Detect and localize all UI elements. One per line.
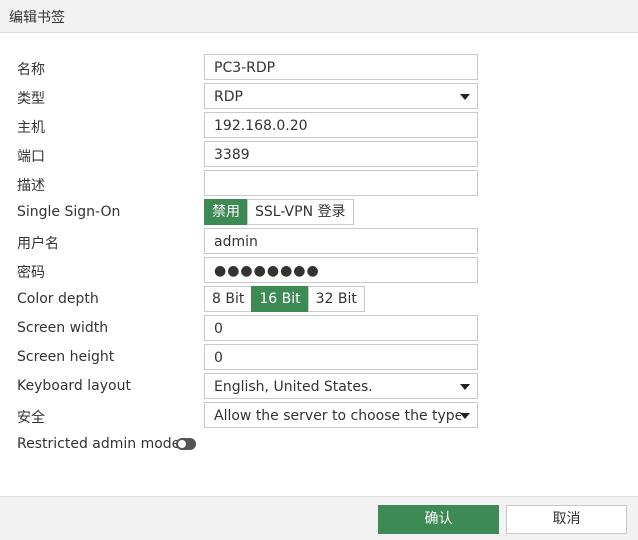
- screen-height-label: Screen height: [17, 349, 115, 365]
- row-keyboard-layout: Keyboard layout English, United States.: [0, 373, 638, 399]
- dialog-footer: 确认 取消: [0, 496, 638, 540]
- row-restricted-admin: Restricted admin mode: [0, 431, 638, 457]
- row-screen-height: Screen height 0: [0, 344, 638, 370]
- row-screen-width: Screen width 0: [0, 315, 638, 341]
- host-value: 192.168.0.20: [214, 118, 308, 134]
- port-label: 端口: [17, 149, 45, 165]
- keyboard-layout-select[interactable]: English, United States.: [204, 373, 478, 399]
- password-input[interactable]: ●●●●●●●●: [204, 257, 478, 283]
- port-value: 3389: [214, 147, 250, 163]
- host-label: 主机: [17, 120, 45, 136]
- row-username: 用户名 admin: [0, 228, 638, 254]
- sso-toggle-group: 禁用 SSL-VPN 登录: [204, 199, 354, 225]
- screen-width-value: 0: [214, 321, 223, 337]
- restricted-admin-toggle-icon[interactable]: [176, 438, 196, 450]
- color-depth-option-16bit[interactable]: 16 Bit: [251, 286, 309, 312]
- row-color-depth: Color depth 8 Bit 16 Bit 32 Bit: [0, 286, 638, 312]
- security-select[interactable]: Allow the server to choose the type o: [204, 402, 478, 428]
- dialog-title: 编辑书签: [9, 10, 65, 26]
- caret-down-icon: [460, 94, 470, 100]
- password-label: 密码: [17, 265, 45, 281]
- type-select[interactable]: RDP: [204, 83, 478, 109]
- row-security: 安全 Allow the server to choose the type o: [0, 402, 638, 428]
- cancel-button[interactable]: 取消: [506, 505, 627, 534]
- row-description: 描述: [0, 170, 638, 196]
- color-depth-label: Color depth: [17, 291, 99, 307]
- screen-height-value: 0: [214, 350, 223, 366]
- row-password: 密码 ●●●●●●●●: [0, 257, 638, 283]
- row-port: 端口 3389: [0, 141, 638, 167]
- dialog-titlebar: 编辑书签: [0, 0, 638, 33]
- username-input[interactable]: admin: [204, 228, 478, 254]
- restricted-admin-label: Restricted admin mode: [17, 436, 181, 452]
- name-input[interactable]: PC3-RDP: [204, 54, 478, 80]
- caret-down-icon: [460, 413, 470, 419]
- host-input[interactable]: 192.168.0.20: [204, 112, 478, 138]
- caret-down-icon: [460, 384, 470, 390]
- username-value: admin: [214, 234, 258, 250]
- screen-width-input[interactable]: 0: [204, 315, 478, 341]
- screen-width-label: Screen width: [17, 320, 109, 336]
- description-label: 描述: [17, 178, 45, 194]
- name-label: 名称: [17, 62, 45, 78]
- screen-height-input[interactable]: 0: [204, 344, 478, 370]
- type-value: RDP: [214, 89, 243, 105]
- sso-label: Single Sign-On: [17, 204, 121, 220]
- password-value: ●●●●●●●●: [214, 263, 320, 279]
- sso-option-disabled[interactable]: 禁用: [204, 199, 248, 225]
- row-type: 类型 RDP: [0, 83, 638, 109]
- row-host: 主机 192.168.0.20: [0, 112, 638, 138]
- row-name: 名称 PC3-RDP: [0, 54, 638, 80]
- sso-option-ssl-vpn-login[interactable]: SSL-VPN 登录: [247, 199, 354, 225]
- port-input[interactable]: 3389: [204, 141, 478, 167]
- row-sso: Single Sign-On 禁用 SSL-VPN 登录: [0, 199, 638, 225]
- confirm-button[interactable]: 确认: [378, 505, 499, 534]
- color-depth-option-32bit[interactable]: 32 Bit: [307, 286, 365, 312]
- color-depth-toggle-group: 8 Bit 16 Bit 32 Bit: [204, 286, 365, 312]
- color-depth-option-8bit[interactable]: 8 Bit: [204, 286, 253, 312]
- keyboard-layout-value: English, United States.: [214, 379, 373, 395]
- description-input[interactable]: [204, 170, 478, 196]
- keyboard-layout-label: Keyboard layout: [17, 378, 131, 394]
- security-value: Allow the server to choose the type o: [214, 408, 461, 424]
- security-label: 安全: [17, 410, 45, 426]
- type-label: 类型: [17, 91, 45, 107]
- username-label: 用户名: [17, 236, 59, 252]
- name-value: PC3-RDP: [214, 60, 276, 76]
